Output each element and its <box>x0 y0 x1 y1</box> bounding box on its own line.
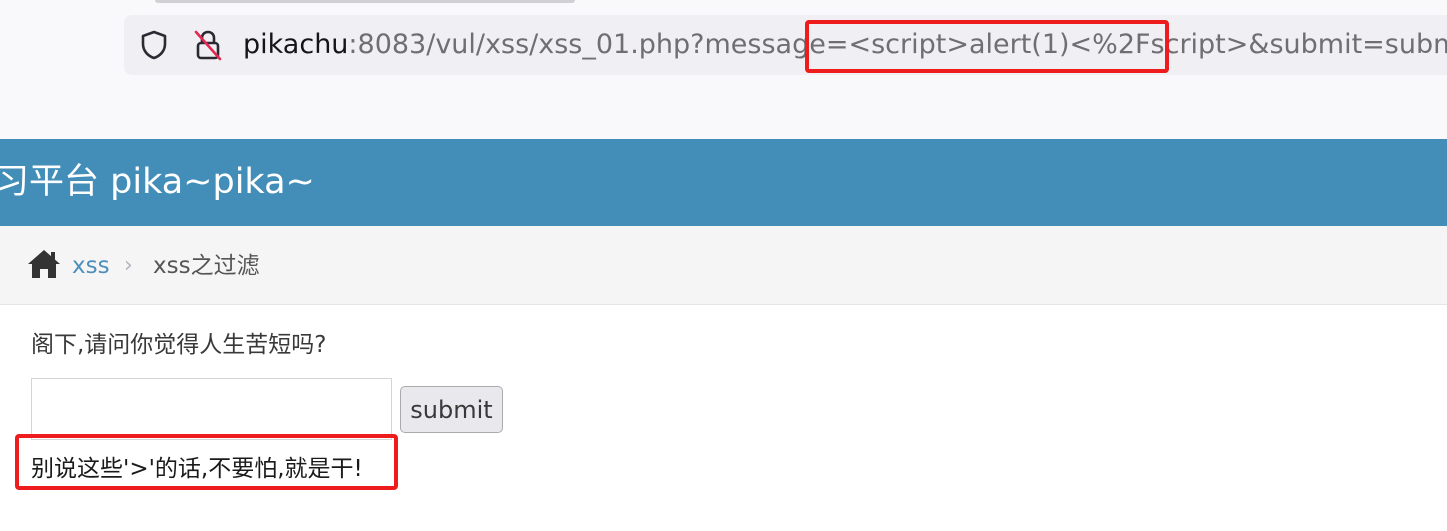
shield-icon[interactable] <box>138 29 170 61</box>
tab-strip-edge <box>155 0 575 3</box>
message-input[interactable] <box>31 378 392 440</box>
breadcrumb-link-xss[interactable]: xss <box>72 226 110 306</box>
url-payload-highlight <box>805 20 1169 73</box>
result-highlight <box>15 434 398 490</box>
url-query-tail: &submit=submit <box>1248 29 1447 60</box>
address-bar[interactable]: pikachu:8083/vul/xss/xss_01.php?message=… <box>124 15 1447 75</box>
browser-chrome: pikachu:8083/vul/xss/xss_01.php?message=… <box>0 0 1447 139</box>
breadcrumb: xss › xss之过滤 <box>0 226 1447 305</box>
chevron-right-icon: › <box>124 253 133 278</box>
breadcrumb-current: xss之过滤 <box>153 253 260 279</box>
insecure-lock-icon[interactable] <box>192 28 224 62</box>
site-header: 习平台 pika~pika~ <box>0 139 1447 226</box>
url-host: pikachu <box>243 29 349 60</box>
site-title: 习平台 pika~pika~ <box>0 162 315 202</box>
home-icon[interactable] <box>26 248 62 280</box>
submit-button[interactable]: submit <box>400 386 503 433</box>
question-text: 阁下,请问你觉得人生苦短吗? <box>31 332 327 358</box>
url-path: :8083/vul/xss/xss_01.php?message= <box>348 29 849 60</box>
